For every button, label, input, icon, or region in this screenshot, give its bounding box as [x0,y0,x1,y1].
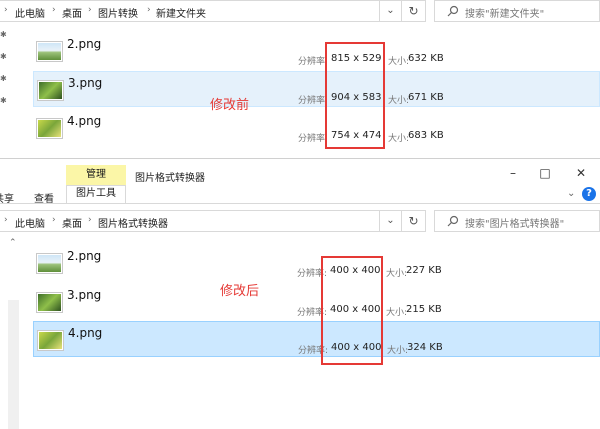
tab-share-clip: 共享 [0,186,14,204]
breadcrumb-separator: › [88,5,92,15]
resolution-label: 分辨率: [298,57,329,67]
breadcrumb-separator: › [52,5,56,15]
help-icon[interactable]: ? [582,187,596,201]
top-crumb-folder[interactable]: 图片转换 [98,5,138,20]
image-thumbnail-icon [37,119,62,138]
bottom-refresh-button[interactable]: ↻ [402,210,426,232]
resolution-label: 分辨率: [298,96,329,106]
highlight-box [321,256,383,365]
chevron-down-icon: ⌄ [386,215,395,226]
top-search-placeholder: 搜索"新建文件夹" [465,9,545,20]
image-thumbnail-icon [38,81,63,100]
highlight-box [325,42,385,149]
resolution-label: 分辨率: [298,134,329,144]
bottom-file-row-2[interactable]: 2.png 分辨率: 400 x 400 大小: 227 KB [33,245,600,281]
window-divider [0,158,600,159]
top-history-dropdown-button[interactable]: ⌄ [380,0,402,22]
top-crumb-this-pc[interactable]: 此电脑 [15,5,45,20]
breadcrumb-separator: › [52,215,56,225]
close-button[interactable]: ✕ [566,166,596,180]
breadcrumb-separator: › [4,5,8,15]
image-thumbnail-icon [38,331,63,350]
bottom-file-row-4[interactable]: 4.png 分辨率: 400 x 400 大小: 324 KB [33,321,600,357]
breadcrumb-separator: › [4,215,8,225]
size-value: 324 KB [407,342,443,353]
top-crumb-desktop[interactable]: 桌面 [62,5,82,20]
file-name: 2.png [67,37,102,51]
window-title: 图片格式转换器 [135,173,205,184]
maximize-button[interactable]: □ [530,166,560,180]
image-thumbnail-icon [37,293,62,312]
top-crumb-subfolder[interactable]: 新建文件夹 [156,5,206,20]
image-thumbnail-icon [37,42,62,61]
size-value: 683 KB [408,130,444,141]
scroll-up-icon[interactable]: ⌃ [9,238,17,248]
bottom-crumb-this-pc[interactable]: 此电脑 [15,215,45,230]
size-label: 大小: [388,57,410,67]
file-name: 3.png [67,288,102,302]
bottom-crumb-folder[interactable]: 图片格式转换器 [98,215,168,230]
tab-manage[interactable]: 管理 [66,165,126,185]
top-file-row-2[interactable]: 2.png 分辨率: 815 x 529 大小: 632 KB [33,33,600,69]
size-label: 大小: [387,346,409,356]
bottom-breadcrumb[interactable]: › 此电脑 › 桌面 › 图片格式转换器 [0,210,380,232]
top-file-row-3[interactable]: 3.png 分辨率: 904 x 583 大小: 671 KB [33,71,600,107]
nav-pin-icon[interactable]: ✱ [0,96,7,105]
bottom-history-dropdown-button[interactable]: ⌄ [380,210,402,232]
breadcrumb-separator: › [147,5,151,15]
before-annotation: 修改前 [210,98,250,113]
refresh-icon: ↻ [408,214,419,228]
size-value: 671 KB [408,92,444,103]
nav-scrollbar-thumb[interactable] [8,300,19,429]
bottom-address-bar: › 此电脑 › 桌面 › 图片格式转换器 ⌄ ↻ 搜索"图片格式转换器" [0,210,600,232]
minimize-button[interactable]: – [498,166,528,180]
ribbon-expand-chevron-icon[interactable]: ⌄ [567,188,575,199]
size-label: 大小: [388,134,410,144]
nav-pin-icon[interactable]: ✱ [0,52,7,61]
size-label: 大小: [386,269,408,279]
chevron-down-icon: ⌄ [386,5,395,16]
file-name: 4.png [67,114,102,128]
image-thumbnail-icon [37,254,62,273]
top-address-bar: › 此电脑 › 桌面 › 图片转换 › 新建文件夹 ⌄ ↻ 搜索"新建文件夹" [0,0,600,22]
nav-pin-icon[interactable]: ✱ [0,74,7,83]
bottom-search-placeholder: 搜索"图片格式转换器" [465,219,565,230]
top-refresh-button[interactable]: ↻ [402,0,426,22]
tab-share[interactable]: 共享 [0,190,14,204]
breadcrumb-separator: › [88,215,92,225]
bottom-file-row-3[interactable]: 3.png 分辨率: 400 x 400 大小: 215 KB [33,284,600,320]
after-annotation: 修改后 [220,284,260,299]
top-file-row-4[interactable]: 4.png 分辨率: 754 x 474 大小: 683 KB [33,110,600,146]
top-breadcrumb[interactable]: › 此电脑 › 桌面 › 图片转换 › 新建文件夹 [0,0,380,22]
bottom-search-input[interactable]: 搜索"图片格式转换器" [434,210,600,232]
top-search-input[interactable]: 搜索"新建文件夹" [434,0,600,22]
size-label: 大小: [388,96,410,106]
file-name: 2.png [67,249,102,263]
nav-pin-icon[interactable]: ✱ [0,30,7,39]
bottom-crumb-desktop[interactable]: 桌面 [62,215,82,230]
search-icon [447,215,459,227]
size-value: 227 KB [406,265,442,276]
size-label: 大小: [386,308,408,318]
search-icon [447,5,459,17]
file-name: 4.png [68,326,103,340]
tab-picture-tools[interactable]: 图片工具 [66,185,126,203]
refresh-icon: ↻ [408,4,419,18]
ribbon-bottom-border [0,203,600,204]
size-value: 215 KB [406,304,442,315]
file-name: 3.png [68,76,103,90]
size-value: 632 KB [408,53,444,64]
